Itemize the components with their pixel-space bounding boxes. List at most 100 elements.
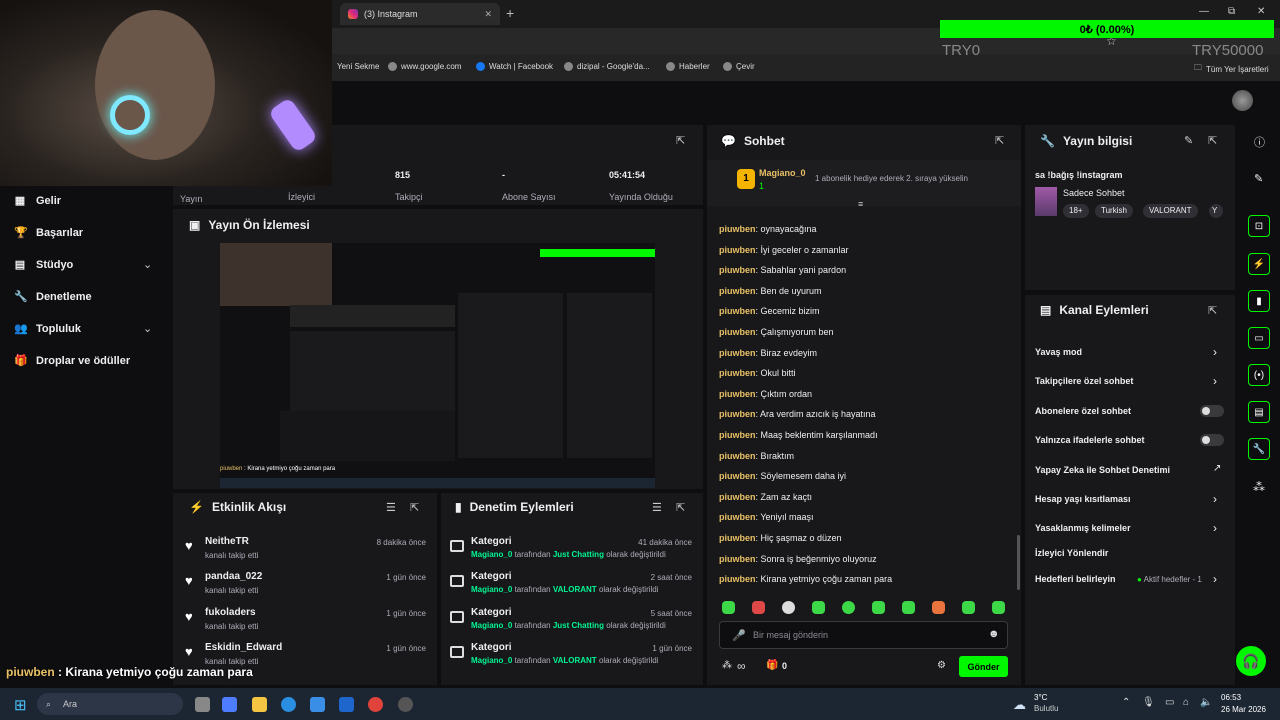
action-goals[interactable]: Hedefleri belirleyin <box>1035 574 1116 584</box>
all-bookmarks[interactable]: 🗀 Tüm Yer İşaretleri <box>1194 62 1269 76</box>
clock-date[interactable]: 26 Mar 2026 <box>1221 705 1266 714</box>
chat-username[interactable]: piuwben <box>719 265 756 275</box>
bookmark-haberler[interactable]: Haberler <box>666 62 710 71</box>
chat-username[interactable]: piuwben <box>719 348 756 358</box>
edge-icon[interactable] <box>281 697 296 712</box>
action-followers-only[interactable]: Takipçilere özel sohbet <box>1035 376 1133 386</box>
chevron-right-icon[interactable]: › <box>1213 521 1217 535</box>
tab-close-icon[interactable]: ✕ <box>484 9 492 20</box>
close-window-button[interactable]: ✕ <box>1257 6 1265 17</box>
widgets-icon[interactable] <box>222 697 237 712</box>
help-button[interactable]: 🎧 <box>1236 646 1266 676</box>
bookmark-google[interactable]: www.google.com <box>388 62 461 71</box>
list-item[interactable]: ♥ pandaa_022 kanalı takip etti 1 gün önce <box>182 571 432 605</box>
bookmark-cevir[interactable]: Çevir <box>723 62 755 71</box>
taskbar-search[interactable]: ⌕ Ara <box>37 693 183 715</box>
channel-points-icon[interactable]: ⁂ <box>1253 480 1265 494</box>
sidebar-item-studyo[interactable]: ▤ Stüdyo <box>14 258 73 272</box>
chevron-right-icon[interactable]: › <box>1213 572 1217 586</box>
filter-icon[interactable]: ☰ <box>652 501 662 514</box>
list-item[interactable]: ♥ fukoladers kanalı takip etti 1 gün önce <box>182 607 432 641</box>
table-row[interactable]: Kategori Magiano_0 tarafından VALORANT ol… <box>448 571 698 605</box>
sidebar-item-gelir[interactable]: ▦ Gelir <box>14 194 61 208</box>
minimize-button[interactable]: — <box>1199 6 1209 17</box>
collapse-icon[interactable]: ≡ <box>858 199 863 209</box>
action-account-age[interactable]: Hesap yaşı kısıtlaması <box>1035 494 1131 504</box>
popout-icon[interactable]: ⇱ <box>676 501 685 514</box>
chat-username[interactable]: piuwben <box>719 554 756 564</box>
emote-icon[interactable] <box>872 601 885 614</box>
stream-preview[interactable]: piuwben : Kirana yetmiyo çoğu zaman para <box>220 243 655 488</box>
chat-username[interactable]: piuwben <box>719 224 756 234</box>
pencil-icon[interactable]: ✎ <box>1184 134 1193 147</box>
chevron-right-icon[interactable]: › <box>1213 345 1217 359</box>
tab-instagram[interactable]: (3) Instagram ✕ <box>340 3 500 25</box>
emote-only-toggle[interactable] <box>1200 434 1224 446</box>
chat-username[interactable]: piuwben <box>719 368 756 378</box>
emote-icon[interactable] <box>842 601 855 614</box>
broadcast-icon[interactable]: (•) <box>1248 364 1270 386</box>
action-raid[interactable]: İzleyici Yönlendir <box>1035 548 1108 558</box>
windows-start-icon[interactable]: ⊞ <box>14 696 27 714</box>
action-ai-moderation[interactable]: Yapay Zeka ile Sohbet Denetimi <box>1035 465 1170 475</box>
external-link-icon[interactable]: ↗ <box>1213 463 1221 474</box>
folder-icon[interactable] <box>252 697 267 712</box>
chat-username[interactable]: piuwben <box>719 451 756 461</box>
emote-icon[interactable] <box>932 601 945 614</box>
bolt-icon[interactable]: ⚡ <box>1248 253 1270 275</box>
chat-username[interactable]: piuwben <box>719 306 756 316</box>
popout-icon[interactable]: ⇱ <box>1208 304 1217 317</box>
popout-icon[interactable]: ⇱ <box>410 501 419 514</box>
bookmark-facebook[interactable]: Watch | Facebook <box>476 62 553 71</box>
channel-points-icon[interactable]: ⁂ <box>722 660 732 671</box>
gift-icon[interactable]: 🎁 <box>766 660 778 671</box>
action-slow-mode[interactable]: Yavaş mod <box>1035 347 1082 357</box>
send-button[interactable]: Gönder <box>959 656 1008 677</box>
filter-icon[interactable]: ☰ <box>386 501 396 514</box>
chevron-right-icon[interactable]: › <box>1213 492 1217 506</box>
wrench-icon[interactable]: 🔧 <box>1248 438 1270 460</box>
store-icon[interactable] <box>310 697 325 712</box>
document-icon[interactable]: ▮ <box>1248 290 1270 312</box>
table-row[interactable]: Kategori Magiano_0 tarafından Just Chatti… <box>448 607 698 641</box>
mic-icon[interactable]: 🎤 <box>732 629 746 642</box>
network-icon[interactable]: ⌂ <box>1183 697 1189 708</box>
emote-icon[interactable] <box>782 601 795 614</box>
chevron-up-icon[interactable]: ⌃ <box>1122 697 1130 708</box>
monitor-icon[interactable]: ▭ <box>1165 697 1174 708</box>
chat-username[interactable]: piuwben <box>719 409 756 419</box>
pencil-icon[interactable]: ✎ <box>1254 172 1263 185</box>
sidebar-item-topluluk[interactable]: 👥 Topluluk <box>14 322 81 336</box>
chat-username[interactable]: piuwben <box>719 533 756 543</box>
info-icon[interactable]: ⓘ <box>1254 134 1265 150</box>
emote-icon[interactable] <box>962 601 975 614</box>
chat-username[interactable]: piuwben <box>719 430 756 440</box>
clock-time[interactable]: 06:53 <box>1221 693 1241 702</box>
list-item[interactable]: ♥ NeitheTR kanalı takip etti 8 dakika önce <box>182 536 432 570</box>
avatar[interactable] <box>1232 90 1253 111</box>
popout-icon[interactable]: ⇱ <box>1208 134 1217 147</box>
chat-username[interactable]: piuwben <box>719 471 756 481</box>
chat-username[interactable]: piuwben <box>719 327 756 337</box>
mic-icon[interactable]: 🎙 <box>1142 697 1155 708</box>
emote-icon[interactable] <box>722 601 735 614</box>
chat-username[interactable]: piuwben <box>719 492 756 502</box>
chrome-icon[interactable] <box>368 697 383 712</box>
settings-icon[interactable]: ▤ <box>1248 401 1270 423</box>
clip-icon[interactable]: ⊡ <box>1248 215 1270 237</box>
new-tab-button[interactable]: + <box>506 5 514 21</box>
sidebar-item-droplar[interactable]: 🎁 Droplar ve ödüller <box>14 354 130 368</box>
chevron-right-icon[interactable]: › <box>1213 374 1217 388</box>
sidebar-item-basarilar[interactable]: 🏆 Başarılar <box>14 226 83 240</box>
table-row[interactable]: Kategori Magiano_0 tarafından VALORANT ol… <box>448 642 698 676</box>
chat-username[interactable]: piuwben <box>719 286 756 296</box>
gear-icon[interactable]: ⚙ <box>937 660 946 671</box>
popout-icon[interactable]: ⇱ <box>676 134 685 147</box>
table-row[interactable]: Kategori Magiano_0 tarafından Just Chatti… <box>448 536 698 570</box>
chat-bubble-icon[interactable]: ▭ <box>1248 327 1270 349</box>
emote-icon[interactable] <box>812 601 825 614</box>
emote-icon[interactable] <box>752 601 765 614</box>
maximize-button[interactable]: ⧉ <box>1228 6 1235 17</box>
chat-username[interactable]: piuwben <box>719 245 756 255</box>
chat-username[interactable]: piuwben <box>719 389 756 399</box>
